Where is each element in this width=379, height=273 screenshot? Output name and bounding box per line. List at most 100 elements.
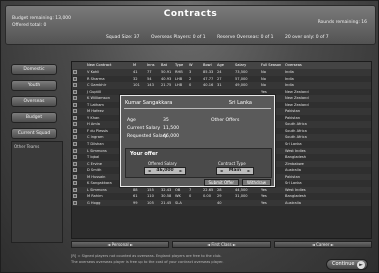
tab-first-class-label: First Class (211, 242, 232, 247)
your-offer-label: Your offer (130, 151, 158, 157)
offered-salary-value: 46,000 (156, 168, 174, 173)
header-panel: Budget remaining: 13,000 Offered total: … (5, 5, 376, 45)
tab-personal[interactable]: ◄ Personal ► (71, 241, 170, 248)
column-header (72, 62, 86, 69)
other-teams-panel[interactable]: Other Teams (11, 141, 63, 243)
table-row[interactable]: G Hogg 99 105 21.45 SLA 40 Yes Australia (72, 199, 371, 207)
checkbox-icon[interactable] (73, 194, 77, 199)
page-title: Contracts (163, 9, 218, 19)
arrow-left-icon[interactable]: ◄ (146, 168, 152, 174)
age-label: Age (127, 118, 136, 123)
table-cell: Yes (261, 200, 267, 205)
arrow-left-icon[interactable]: ◄ (218, 168, 224, 174)
table-cell: Australia (285, 200, 301, 205)
table-cell: 99 (133, 200, 138, 205)
table-cell: 40 (217, 200, 222, 205)
footnote: [R] = Signed players not counted as over… (71, 253, 311, 265)
column-header[interactable]: Full Season (260, 62, 284, 69)
column-header[interactable]: Inns (146, 62, 160, 69)
table-cell: 105 (147, 200, 154, 205)
column-header[interactable]: W (188, 62, 202, 69)
checkbox-icon[interactable] (73, 161, 77, 166)
table-cell: SLA (175, 200, 182, 205)
checkbox-icon[interactable] (73, 148, 77, 153)
arrow-right-icon: ► (357, 261, 365, 269)
checkbox-icon[interactable] (73, 155, 77, 160)
checkbox-icon[interactable] (73, 128, 77, 133)
table-header: New Contract M Inns Bat Type W Bowl Age … (72, 62, 371, 69)
dialog-buttons: Submit Offer Withdraw (203, 179, 271, 186)
column-header[interactable]: New Contract (86, 62, 132, 69)
tab-career[interactable]: ◄ Career ► (273, 241, 372, 248)
your-offer-panel: Your offer Offered Salary Contract Type … (125, 148, 272, 178)
column-header[interactable]: M (132, 62, 146, 69)
pager: ◄ Personal ► ◄ First Class ► ◄ Career ► (71, 241, 372, 248)
sidebar-item-overseas[interactable]: Overseas (11, 96, 57, 107)
offered-salary-stepper[interactable]: ◄ 46,000 ► (144, 167, 186, 175)
squad-info: Squad Size: 37 Overseas Players: 0 of 1 … (106, 35, 339, 40)
sidebar-item-domestic[interactable]: Domestic (11, 64, 57, 75)
table-cell (202, 200, 216, 207)
tab-first-class[interactable]: ◄ First Class ► (172, 241, 271, 248)
table-cell (188, 200, 202, 207)
table-cell (234, 200, 260, 207)
checkbox-icon[interactable] (73, 70, 77, 74)
current-salary-value: 11,500 (163, 126, 180, 131)
column-header[interactable]: Type (174, 62, 188, 69)
submit-offer-button[interactable]: Submit Offer (203, 179, 239, 186)
tab-personal-label: Personal (111, 242, 129, 247)
checkbox-icon[interactable] (73, 174, 77, 179)
contract-type-selector[interactable]: ◄ Main ► (216, 167, 254, 175)
contract-type-value: Main (228, 168, 242, 173)
arrow-right-icon[interactable]: ► (178, 168, 184, 174)
offered-salary-label: Offered Salary (148, 161, 177, 166)
reserve-overseas: Reserve Overseas: 0 of 1 (217, 35, 274, 40)
checkbox-icon[interactable] (73, 102, 77, 107)
age-value: 35 (163, 118, 169, 123)
contract-type-label: Contract Type (218, 161, 246, 166)
checkbox-icon[interactable] (73, 200, 77, 205)
checkbox-icon[interactable] (73, 96, 77, 101)
arrow-right-icon[interactable]: ► (246, 168, 252, 174)
player-country: Sri Lanka (228, 100, 252, 106)
sidebar: Domestic Youth Overseas Budget Current S… (11, 64, 63, 144)
column-header[interactable]: Bowl (202, 62, 216, 69)
column-header[interactable]: Bat (160, 62, 174, 69)
overseas-players: Overseas Players: 0 of 1 (150, 35, 206, 40)
overseas-only: 20 over only: 0 of 7 (284, 35, 329, 40)
checkbox-icon[interactable] (73, 122, 77, 127)
sidebar-item-budget[interactable]: Budget (11, 112, 57, 123)
footnote-line-2: The overseas overseas player is free up … (71, 260, 224, 264)
offered-total: Offered total: 0 (12, 23, 47, 28)
requested-salary-value: 46,000 (163, 134, 180, 139)
column-header[interactable]: Age (216, 62, 234, 69)
rounds-remaining: Rounds remaining: 16 (317, 20, 367, 25)
sidebar-item-current-squad[interactable]: Current Squad (11, 128, 57, 139)
checkbox-icon[interactable] (73, 83, 77, 88)
checkbox-icon[interactable] (73, 181, 77, 186)
divider (124, 108, 271, 109)
continue-button[interactable]: Continue ► (326, 259, 368, 270)
current-salary-label: Current Salary (127, 126, 161, 131)
sidebar-item-youth[interactable]: Youth (11, 80, 57, 91)
select-checkbox[interactable] (72, 200, 86, 207)
checkbox-icon[interactable] (73, 115, 77, 120)
tab-career-label: Career (316, 242, 330, 247)
checkbox-icon[interactable] (73, 168, 77, 173)
checkbox-icon[interactable] (73, 142, 77, 147)
table-cell: G Hogg (87, 200, 101, 205)
withdraw-button[interactable]: Withdraw (242, 179, 271, 186)
player-name: Kumar Sangakkara (125, 100, 173, 106)
checkbox-icon[interactable] (73, 187, 77, 192)
checkbox-icon[interactable] (73, 109, 77, 114)
column-header[interactable]: Overseas (284, 62, 344, 69)
column-header[interactable]: Salary (234, 62, 260, 69)
continue-label: Continue (332, 261, 355, 267)
table-cell: 21.45 (161, 200, 172, 205)
checkbox-icon[interactable] (73, 89, 77, 94)
other-teams-label: Other Teams (14, 144, 40, 149)
checkbox-icon[interactable] (73, 76, 77, 81)
requested-salary-label: Requested Salary (127, 134, 168, 139)
checkbox-icon[interactable] (73, 135, 77, 140)
squad-size: Squad Size: 37 (106, 35, 140, 40)
